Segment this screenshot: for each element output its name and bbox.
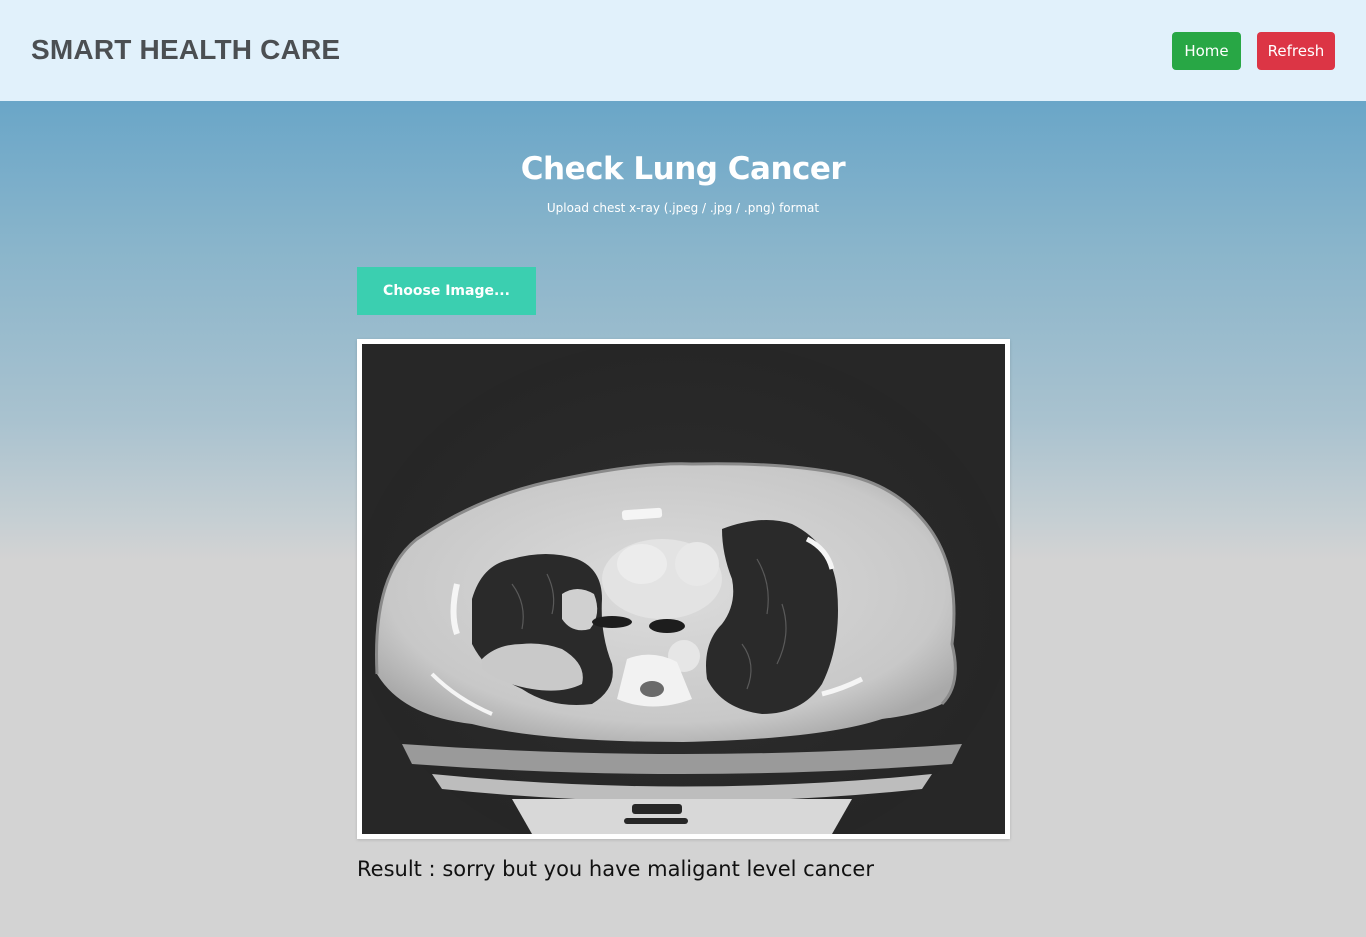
- navbar: SMART HEALTH CARE Home Refresh: [0, 0, 1366, 101]
- home-button[interactable]: Home: [1172, 32, 1241, 70]
- page-subtitle: Upload chest x-ray (.jpeg / .jpg / .png)…: [546, 201, 820, 215]
- image-preview-frame: [357, 339, 1010, 839]
- ct-scan-image: [362, 344, 1005, 834]
- page-title: Check Lung Cancer: [520, 151, 846, 187]
- brand-title[interactable]: SMART HEALTH CARE: [31, 33, 340, 67]
- choose-image-button[interactable]: Choose Image...: [357, 267, 536, 315]
- prediction-result: Result : sorry but you have maligant lev…: [357, 857, 874, 881]
- refresh-button[interactable]: Refresh: [1257, 32, 1335, 70]
